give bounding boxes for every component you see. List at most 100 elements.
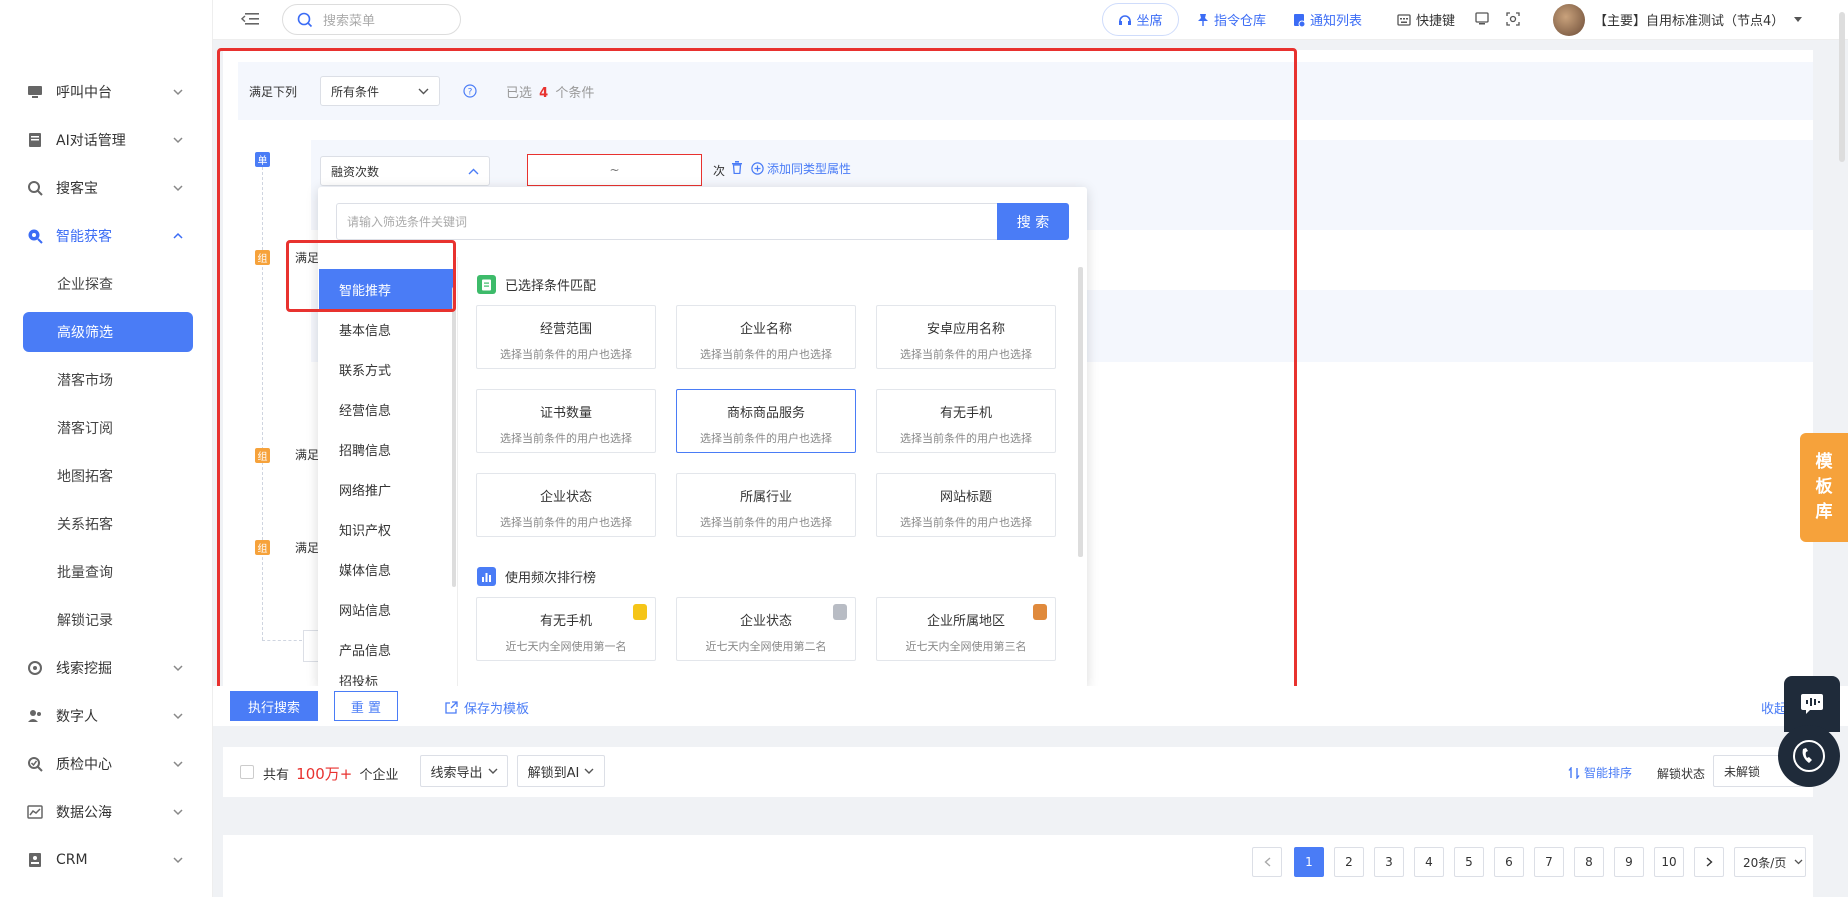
hotkey-link[interactable]: 快捷键 <box>1397 10 1455 29</box>
screen-icon[interactable] <box>1475 12 1489 29</box>
condition-card-subtitle: 选择当前条件的用户也选择 <box>500 516 632 529</box>
selected-count: 4 <box>539 85 549 101</box>
page-button-7[interactable]: 7 <box>1534 847 1564 877</box>
category-scrollbar[interactable] <box>452 287 456 587</box>
category-item-product[interactable]: 产品信息 <box>319 629 453 669</box>
select-all-checkbox[interactable] <box>240 765 254 779</box>
sidebar-item-digital-human[interactable]: 数字人 <box>0 696 213 736</box>
sidebar-item-smart-acquire[interactable]: 智能获客 <box>0 216 213 256</box>
command-library-link[interactable]: 指令仓库 <box>1197 10 1266 29</box>
sidebar-item-call-center[interactable]: 呼叫中台 <box>0 72 213 112</box>
seat-label: 坐席 <box>1136 14 1163 29</box>
page-scrollbar[interactable] <box>1839 12 1845 162</box>
condition-keyword-input[interactable]: 请输入筛选条件关键词 <box>336 203 997 240</box>
ranking-card[interactable]: 企业所属地区 近七天内全网使用第三名 <box>876 597 1056 661</box>
category-item-web-promo[interactable]: 网络推广 <box>319 469 453 509</box>
ranking-card[interactable]: 有无手机 近七天内全网使用第一名 <box>476 597 656 661</box>
add-same-type-link[interactable]: 添加同类型属性 <box>751 160 851 177</box>
unlock-to-ai-dropdown[interactable]: 解锁到AI <box>517 755 605 787</box>
selected-suffix: 个条件 <box>555 85 595 101</box>
condition-card[interactable]: 证书数量 选择当前条件的用户也选择 <box>476 389 656 453</box>
avatar[interactable] <box>1553 4 1585 36</box>
menu-collapse-icon[interactable] <box>240 11 259 31</box>
account-switcher[interactable]: 【主要】自用标准测试（节点4） <box>1594 10 1803 29</box>
category-item-basic-info[interactable]: 基本信息 <box>319 309 453 349</box>
voice-chat-button[interactable] <box>1784 676 1840 732</box>
page-button-2[interactable]: 2 <box>1334 847 1364 877</box>
page-button-3[interactable]: 3 <box>1374 847 1404 877</box>
condition-card[interactable]: 经营范围 选择当前条件的用户也选择 <box>476 305 656 369</box>
match-mode-select[interactable]: 所有条件 <box>320 76 440 106</box>
sidebar-item-lead-mining[interactable]: 线索挖掘 <box>0 648 213 688</box>
condition-card[interactable]: 所属行业 选择当前条件的用户也选择 <box>676 473 856 537</box>
category-item-recruit[interactable]: 招聘信息 <box>319 429 453 469</box>
chevron-down-icon <box>173 661 183 677</box>
trash-icon[interactable] <box>731 161 743 174</box>
condition-card-subtitle: 选择当前条件的用户也选择 <box>500 432 632 445</box>
category-item-operation[interactable]: 经营信息 <box>319 389 453 429</box>
range-input[interactable]: ~ <box>527 154 702 186</box>
content-scrollbar[interactable] <box>1078 267 1083 557</box>
action-bar: 执行搜索 重 置 保存为模板 收起 <box>213 686 1848 726</box>
sidebar-subitem-unlock-records[interactable]: 解锁记录 <box>23 600 193 640</box>
category-item-website[interactable]: 网站信息 <box>319 589 453 629</box>
screenshot-icon[interactable] <box>1506 12 1520 30</box>
page-button-6[interactable]: 6 <box>1494 847 1524 877</box>
lead-export-dropdown[interactable]: 线索导出 <box>420 755 508 787</box>
seat-button[interactable]: 坐席 <box>1102 3 1179 36</box>
condition-search-button[interactable]: 搜 索 <box>997 203 1069 240</box>
sidebar-subitem-advanced-filter[interactable]: 高级筛选 <box>23 312 193 352</box>
page-button-5[interactable]: 5 <box>1454 847 1484 877</box>
sidebar-item-soukebao[interactable]: 搜客宝 <box>0 168 213 208</box>
condition-card-hovered[interactable]: 商标商品服务 选择当前条件的用户也选择 <box>676 389 856 453</box>
condition-card[interactable]: 企业名称 选择当前条件的用户也选择 <box>676 305 856 369</box>
condition-field-select[interactable]: 融资次数 <box>320 156 490 186</box>
menu-search-input[interactable]: 搜索菜单 <box>282 4 461 35</box>
lead-export-label: 线索导出 <box>430 765 483 781</box>
sidebar-item-label: 呼叫中台 <box>56 85 112 101</box>
sidebar-subitem-prospect-market[interactable]: 潜客市场 <box>23 360 193 400</box>
page-button-1[interactable]: 1 <box>1294 847 1324 877</box>
sidebar-subitem-map-acquire[interactable]: 地图拓客 <box>23 456 193 496</box>
category-item-contact[interactable]: 联系方式 <box>319 349 453 389</box>
save-template-link[interactable]: 保存为模板 <box>445 698 529 717</box>
prev-page-button[interactable] <box>1252 847 1282 877</box>
sidebar-subitem-relation-acquire[interactable]: 关系拓客 <box>23 504 193 544</box>
phone-support-button[interactable] <box>1778 725 1840 787</box>
sidebar-subitem-batch-query[interactable]: 批量查询 <box>23 552 193 592</box>
notification-list-link[interactable]: 通知列表 <box>1293 10 1362 29</box>
sidebar-item-quality-center[interactable]: 质检中心 <box>0 744 213 784</box>
condition-card[interactable]: 安卓应用名称 选择当前条件的用户也选择 <box>876 305 1056 369</box>
sidebar-item-data-sea[interactable]: 数据公海 <box>0 792 213 832</box>
page-size-select[interactable]: 20条/页 <box>1734 847 1806 877</box>
sidebar-subitem-prospect-subscribe[interactable]: 潜客订阅 <box>23 408 193 448</box>
sidebar-item-ai-dialog[interactable]: AI对话管理 <box>0 120 213 160</box>
category-item-media[interactable]: 媒体信息 <box>319 549 453 589</box>
page-button-10[interactable]: 10 <box>1654 847 1684 877</box>
execute-search-button[interactable]: 执行搜索 <box>230 691 318 721</box>
category-item-ip[interactable]: 知识产权 <box>319 509 453 549</box>
condition-picker-dropdown: 请输入筛选条件关键词 搜 索 智能推荐 基本信息 联系方式 经营信息 招聘信息 … <box>318 187 1087 688</box>
add-same-type-label: 添加同类型属性 <box>767 162 852 176</box>
gold-medal-icon <box>633 604 647 620</box>
page-button-4[interactable]: 4 <box>1414 847 1444 877</box>
condition-card[interactable]: 企业状态 选择当前条件的用户也选择 <box>476 473 656 537</box>
condition-card[interactable]: 有无手机 选择当前条件的用户也选择 <box>876 389 1056 453</box>
smart-sort-link[interactable]: 智能排序 <box>1568 764 1632 781</box>
reset-button[interactable]: 重 置 <box>334 691 398 721</box>
condition-card-subtitle: 选择当前条件的用户也选择 <box>700 348 832 361</box>
condition-card[interactable]: 网站标题 选择当前条件的用户也选择 <box>876 473 1056 537</box>
next-page-button[interactable] <box>1694 847 1724 877</box>
page-button-8[interactable]: 8 <box>1574 847 1604 877</box>
sidebar-item-crm[interactable]: CRM <box>0 840 213 880</box>
help-icon[interactable]: ? <box>463 84 477 98</box>
page-button-9[interactable]: 9 <box>1614 847 1644 877</box>
plus-circle-icon <box>751 162 764 175</box>
notification-doc-icon <box>1293 13 1305 27</box>
template-library-tab[interactable]: 模 板 库 <box>1800 433 1848 542</box>
ranking-card[interactable]: 企业状态 近七天内全网使用第二名 <box>676 597 856 661</box>
sidebar-subitem-enterprise-probe[interactable]: 企业探查 <box>23 264 193 304</box>
page-size-value: 20条/页 <box>1743 855 1787 870</box>
category-item-smart-recommend[interactable]: 智能推荐 <box>319 269 453 309</box>
chevron-down-icon <box>173 853 183 869</box>
